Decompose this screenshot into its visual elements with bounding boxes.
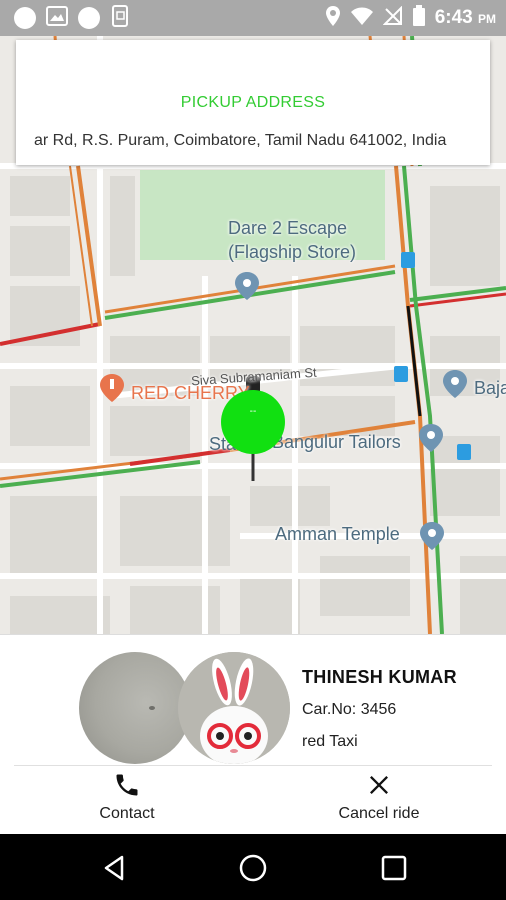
- driver-info-panel: THINESH KUMAR Car.No: 3456 red Taxi Cont…: [0, 634, 506, 834]
- notification-dot-icon: [78, 7, 100, 29]
- bus-stop-icon: [401, 252, 415, 268]
- status-time-value: 6:43: [434, 7, 473, 28]
- driver-car-type: red Taxi: [302, 733, 358, 750]
- back-icon[interactable]: [98, 852, 130, 884]
- pickup-address-text[interactable]: ar Rd, R.S. Puram, Coimbatore, Tamil Nad…: [34, 132, 482, 150]
- marker-text: --: [249, 406, 257, 417]
- home-icon[interactable]: [237, 852, 269, 884]
- pickup-title: PICKUP ADDRESS: [180, 94, 326, 111]
- status-bar: 6:43 PM: [0, 0, 506, 36]
- recent-apps-icon[interactable]: [378, 852, 410, 884]
- notification-dot-icon: [14, 7, 36, 29]
- screenshot-icon: [110, 4, 130, 32]
- phone-icon: [113, 771, 141, 799]
- close-icon: [365, 771, 393, 799]
- driver-name: THINESH KUMAR: [302, 667, 457, 687]
- wifi-icon: [350, 6, 374, 31]
- cancel-ride-button[interactable]: Cancel ride: [294, 771, 464, 831]
- status-left-icons: [14, 4, 130, 32]
- pickup-address-card[interactable]: PICKUP ADDRESS ar Rd, R.S. Puram, Coimba…: [16, 40, 490, 165]
- map-label-dare-line1[interactable]: Dare 2 Escape: [228, 218, 347, 239]
- panel-divider: [14, 765, 492, 766]
- contact-label: Contact: [99, 805, 155, 822]
- map-label-tailors[interactable]: Bangulur Tailors: [272, 432, 401, 453]
- contact-button[interactable]: Contact: [42, 771, 212, 831]
- status-ampm: PM: [478, 12, 496, 26]
- cancel-ride-label: Cancel ride: [338, 805, 420, 822]
- image-icon: [46, 5, 68, 31]
- status-time: 6:43 PM: [435, 7, 496, 29]
- driver-car-number: Car.No: 3456: [302, 701, 397, 718]
- battery-icon: [412, 4, 426, 32]
- pickup-location-marker[interactable]: --: [221, 390, 285, 454]
- map-label-dare-line2[interactable]: (Flagship Store): [228, 242, 356, 263]
- navigation-bar: [0, 834, 506, 900]
- bus-stop-icon: [394, 366, 408, 382]
- location-icon: [325, 5, 341, 32]
- map-label-bajaj[interactable]: Baja: [474, 378, 506, 399]
- status-right-icons: 6:43 PM: [325, 4, 496, 32]
- driver-avatar: [178, 652, 290, 764]
- map-label-temple[interactable]: Amman Temple: [275, 524, 400, 545]
- vehicle-photo: [79, 652, 191, 764]
- no-sim-icon: [382, 5, 403, 31]
- bus-stop-icon: [457, 444, 471, 460]
